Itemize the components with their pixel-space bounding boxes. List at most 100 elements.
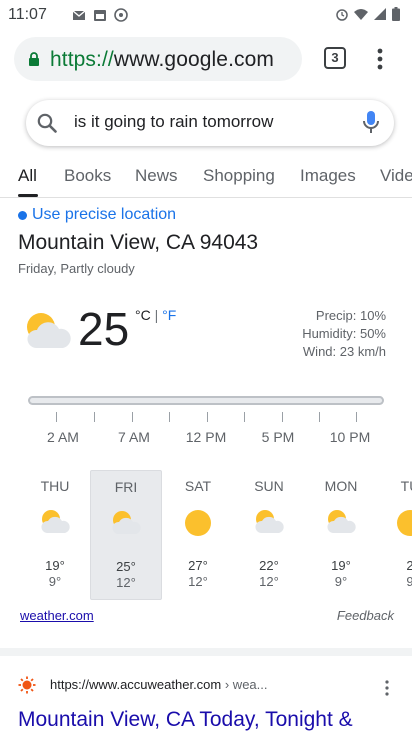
tab-images[interactable]: Images — [300, 166, 356, 186]
tab-videos[interactable]: Vide — [380, 166, 412, 186]
status-time: 11:07 — [8, 6, 47, 23]
url-host: www.google.com — [113, 48, 274, 71]
current-temperature: 25 — [78, 303, 130, 355]
search-box[interactable]: is it going to rain tomorrow — [26, 100, 394, 146]
day-high: 25° — [116, 559, 136, 574]
result-url-host: https://www.accuweather.com — [50, 677, 222, 692]
precipitation: Precip: 10% — [315, 308, 386, 323]
tab-all[interactable]: All — [18, 166, 37, 186]
day-name: THU — [40, 478, 70, 494]
day-sat[interactable]: SAT 27° 12° — [162, 470, 234, 600]
result-url[interactable]: https://www.accuweather.com › wea... — [50, 677, 268, 692]
wifi-icon — [354, 9, 368, 20]
timeline-tick — [169, 412, 170, 422]
day-low: 9 — [406, 574, 412, 589]
day-tue[interactable]: TU 2 9 — [374, 470, 412, 600]
weather-date-condition: Friday, Partly cloudy — [18, 261, 135, 276]
day-sun[interactable]: SUN 22° 12° — [233, 470, 305, 600]
tab-news[interactable]: News — [135, 166, 178, 186]
weather-location: Mountain View, CA 94043 — [18, 231, 259, 254]
daily-forecast: THU 19° 9° FRI 25° 12° SAT 27° 12° SUN 2… — [0, 470, 412, 600]
timeline-track-inner — [30, 398, 382, 403]
partly-cloudy-icon — [327, 510, 356, 533]
day-name: MON — [324, 478, 358, 494]
partly-cloudy-icon — [255, 510, 284, 533]
weather-details: Precip: 10% Humidity: 50% Wind: 23 km/h — [302, 307, 386, 361]
timeline-tick — [356, 412, 357, 422]
signal-icon — [374, 8, 386, 20]
day-high: 19° — [45, 558, 65, 573]
hour-label[interactable]: 7 AM — [104, 429, 164, 445]
sunny-icon — [185, 510, 211, 536]
microphone-icon[interactable] — [362, 110, 380, 136]
tab-shopping[interactable]: Shopping — [203, 166, 275, 186]
precise-location-link[interactable]: Use precise location — [18, 206, 176, 224]
address-bar[interactable]: https://www.google.com — [14, 37, 302, 81]
timeline-tick — [94, 412, 95, 422]
day-low: 12° — [188, 574, 208, 589]
day-low: 9° — [48, 574, 62, 589]
day-name: SAT — [184, 478, 212, 494]
timeline-tick — [56, 412, 57, 422]
day-name: SUN — [254, 478, 284, 494]
calendar-icon — [94, 10, 106, 21]
alarm-icon — [336, 9, 348, 21]
day-mon[interactable]: MON 19° 9° — [305, 470, 377, 600]
accuweather-favicon-icon — [18, 676, 36, 694]
day-low: 9° — [334, 574, 348, 589]
day-name: TU — [400, 478, 412, 494]
search-tabs: All Books News Shopping Images Vide — [0, 158, 412, 198]
feedback-link[interactable]: Feedback — [337, 608, 394, 623]
url-text[interactable]: https://www.google.com — [50, 48, 274, 72]
hour-label[interactable]: 10 PM — [320, 429, 380, 445]
url-scheme: https:// — [50, 48, 114, 71]
location-dot-icon — [18, 210, 27, 220]
tab-switcher-button[interactable]: 3 — [324, 47, 346, 69]
humidity: Humidity: 50% — [302, 326, 386, 341]
day-high: 2 — [406, 558, 412, 573]
active-tab-indicator — [18, 194, 38, 197]
browser-toolbar: https://www.google.com 3 — [0, 30, 412, 90]
timeline-tick — [282, 412, 283, 422]
unit-fahrenheit[interactable]: °F — [162, 307, 176, 323]
status-bar: 11:07 — [0, 0, 412, 30]
hour-label[interactable]: 12 PM — [176, 429, 236, 445]
unit-celsius[interactable]: °C — [135, 307, 151, 323]
section-divider — [0, 648, 412, 656]
hour-label[interactable]: 2 AM — [33, 429, 93, 445]
precise-location-label: Use precise location — [32, 206, 177, 223]
day-low: 12° — [259, 574, 279, 589]
sunny-icon — [397, 510, 412, 536]
timeline-tick — [207, 412, 208, 422]
temperature-units: °C | °F — [135, 307, 176, 323]
day-high: 19° — [331, 558, 351, 573]
wind: Wind: 23 km/h — [302, 344, 386, 359]
more-vert-icon[interactable] — [384, 680, 390, 696]
unit-separator: | — [150, 307, 163, 323]
search-icon[interactable] — [36, 112, 58, 134]
day-fri[interactable]: FRI 25° 12° — [90, 470, 162, 600]
partly-cloudy-icon — [112, 511, 141, 534]
weather-source-link[interactable]: weather.com — [20, 608, 94, 623]
day-low: 12° — [116, 575, 136, 590]
result-title-link[interactable]: Mountain View, CA Today, Tonight & — [18, 708, 353, 732]
tab-books[interactable]: Books — [64, 166, 111, 186]
day-name: FRI — [114, 479, 138, 495]
dnd-icon — [114, 8, 128, 22]
gmail-icon — [72, 10, 86, 20]
search-input[interactable]: is it going to rain tomorrow — [74, 112, 273, 132]
day-high: 27° — [188, 558, 208, 573]
day-high: 22° — [259, 558, 279, 573]
result-url-path: › wea... — [221, 677, 268, 692]
timeline-tick — [132, 412, 133, 422]
lock-icon[interactable] — [28, 51, 40, 67]
timeline-tick — [319, 412, 320, 422]
battery-icon — [392, 7, 400, 21]
partly-cloudy-icon — [41, 510, 70, 533]
timeline-tick — [244, 412, 245, 422]
hourly-timeline-slider[interactable] — [28, 396, 384, 405]
hour-label[interactable]: 5 PM — [248, 429, 308, 445]
day-thu[interactable]: THU 19° 9° — [19, 470, 91, 600]
partly-cloudy-icon — [27, 313, 71, 348]
more-vert-icon[interactable] — [374, 47, 386, 71]
